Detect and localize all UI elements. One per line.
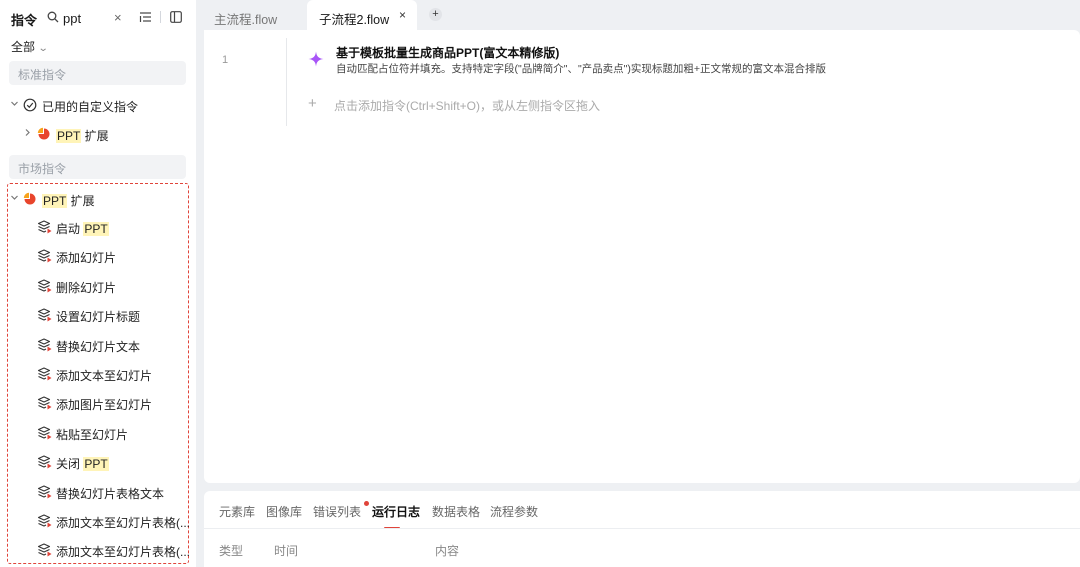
tab-label: 主流程.flow <box>214 13 278 27</box>
command-label: 添加文本至幻灯片 <box>56 367 152 384</box>
standard-commands-section[interactable]: 标准指令 <box>9 61 186 85</box>
tab-close-button[interactable]: × <box>399 8 406 22</box>
command-label: 替换幻灯片文本 <box>56 338 140 355</box>
flow-editor: 1 基于模板批量生成商品PPT(富文本精修版) 自动匹配占位符并填充。支持特定字… <box>204 30 1080 483</box>
command-layers-icon <box>37 455 52 469</box>
tab-subflow-2[interactable]: 子流程2.flow × <box>307 0 417 30</box>
command-label-text: 设置幻灯片标题 <box>56 310 141 325</box>
command-label-text: 关闭 <box>56 457 84 472</box>
market-ppt-suffix: 扩展 <box>67 194 95 208</box>
command-label: 添加文本至幻灯片表格(... <box>56 514 190 531</box>
command-label-highlight: PPT <box>83 457 109 472</box>
command-layers-icon <box>37 367 52 381</box>
command-label: 添加图片至幻灯片 <box>56 396 152 413</box>
chevron-down-icon: ⌄ <box>37 43 49 54</box>
ppt-extension-icon <box>37 127 50 140</box>
tab-error-list[interactable]: 错误列表 <box>313 503 361 520</box>
market-ppt-label: PPT <box>42 194 68 208</box>
tab-main-flow[interactable]: 主流程.flow <box>214 0 277 30</box>
sparkle-icon <box>308 51 324 67</box>
command-label-text: 删除幻灯片 <box>56 280 117 295</box>
column-type: 类型 <box>219 544 244 558</box>
command-label-text: 添加文本至幻灯片 <box>56 369 153 383</box>
command-label: 添加文本至幻灯片表格(... <box>56 543 190 560</box>
command-label-text: 粘贴至幻灯片 <box>56 427 129 442</box>
command-label: 关闭 PPT <box>56 455 109 472</box>
command-panel-header: 指令 × <box>0 0 196 36</box>
market-commands-section[interactable]: 市场指令 <box>9 155 186 179</box>
command-layers-icon <box>37 279 52 293</box>
command-label-text: 添加幻灯片 <box>56 251 117 266</box>
column-time: 时间 <box>274 544 299 558</box>
bottom-divider <box>204 528 1080 529</box>
command-layers-icon <box>37 485 52 499</box>
add-command-hint[interactable]: 点击添加指令(Ctrl+Shift+O)，或从左侧指令区拖入 <box>334 97 600 114</box>
command-label-text: 替换幻灯片表格文本 <box>56 486 165 501</box>
command-layers-icon <box>37 543 52 557</box>
header-divider <box>160 11 161 23</box>
command-label-text: 添加文本至幻灯片表格(... <box>56 516 190 530</box>
step-description: 自动匹配占位符并填充。支持特定字段("品牌简介"、"产品卖点")实现标题加粗+正… <box>336 63 827 75</box>
chevron-down-icon <box>11 195 18 200</box>
filter-label: 全部 <box>11 40 36 54</box>
command-label: 添加幻灯片 <box>56 249 116 266</box>
tab-label: 子流程2.flow <box>319 13 390 27</box>
command-label-text: 添加文本至幻灯片表格(... <box>56 545 190 560</box>
command-label: 启动 PPT <box>56 220 109 237</box>
command-layers-icon <box>37 308 52 322</box>
custom-ppt-label: PPT <box>56 129 82 143</box>
command-label: 设置幻灯片标题 <box>56 308 140 325</box>
command-label-highlight: PPT <box>83 222 109 236</box>
command-label-text: 替换幻灯片文本 <box>56 339 141 354</box>
custom-ppt-extension-item[interactable]: PPT 扩展 <box>0 122 196 146</box>
line-number: 1 <box>222 54 229 66</box>
command-label-text: 添加图片至幻灯片 <box>56 398 153 413</box>
tab-data-table[interactable]: 数据表格 <box>432 503 480 520</box>
command-layers-icon <box>37 249 52 263</box>
column-content: 内容 <box>435 544 460 558</box>
add-tab-button[interactable]: + <box>429 8 442 21</box>
command-layers-icon <box>37 220 52 234</box>
clear-search-button[interactable]: × <box>114 10 122 25</box>
chevron-down-icon <box>11 101 18 106</box>
command-layers-icon <box>37 514 52 528</box>
tab-image-library[interactable]: 图像库 <box>266 503 302 520</box>
add-command-icon[interactable]: + <box>308 95 317 112</box>
custom-commands-group[interactable]: 已用的自定义指令 <box>0 93 196 117</box>
search-icon <box>47 11 59 23</box>
custom-commands-label: 已用的自定义指令 <box>42 100 139 114</box>
tab-element-library[interactable]: 元素库 <box>219 503 255 520</box>
market-ppt-extension-group[interactable]: PPT 扩展 <box>0 187 196 211</box>
command-layers-icon <box>37 426 52 440</box>
command-layers-icon <box>37 338 52 352</box>
command-layers-icon <box>37 396 52 410</box>
filter-dropdown[interactable]: 全部 ⌄ <box>11 38 49 55</box>
error-indicator-dot <box>364 501 369 506</box>
command-label: 粘贴至幻灯片 <box>56 426 128 443</box>
command-label: 删除幻灯片 <box>56 279 116 296</box>
sort-icon[interactable] <box>139 11 152 23</box>
custom-ppt-suffix: 扩展 <box>81 129 109 143</box>
step-title[interactable]: 基于模板批量生成商品PPT(富文本精修版) <box>336 44 559 61</box>
tab-flow-params[interactable]: 流程参数 <box>490 503 538 520</box>
ppt-extension-icon <box>23 192 36 205</box>
search-input[interactable] <box>63 10 109 26</box>
command-label: 替换幻灯片表格文本 <box>56 485 164 502</box>
chevron-right-icon <box>25 129 30 136</box>
tab-run-log[interactable]: 运行日志 <box>372 503 420 520</box>
tab-bar: 主流程.flow 子流程2.flow × + <box>204 0 1080 30</box>
panel-toggle-icon[interactable] <box>170 11 182 23</box>
check-circle-icon <box>23 98 37 112</box>
command-panel: 指令 × 全部⌄ 标准指令 已用的自定义指令 <box>0 0 196 567</box>
bottom-panel: 元素库 图像库 错误列表 运行日志 数据表格 流程参数 类型 时间 内容 <box>204 491 1080 567</box>
command-label-text: 启动 <box>56 222 84 236</box>
gutter-divider <box>286 38 287 126</box>
command-panel-title: 指令 <box>11 13 38 28</box>
